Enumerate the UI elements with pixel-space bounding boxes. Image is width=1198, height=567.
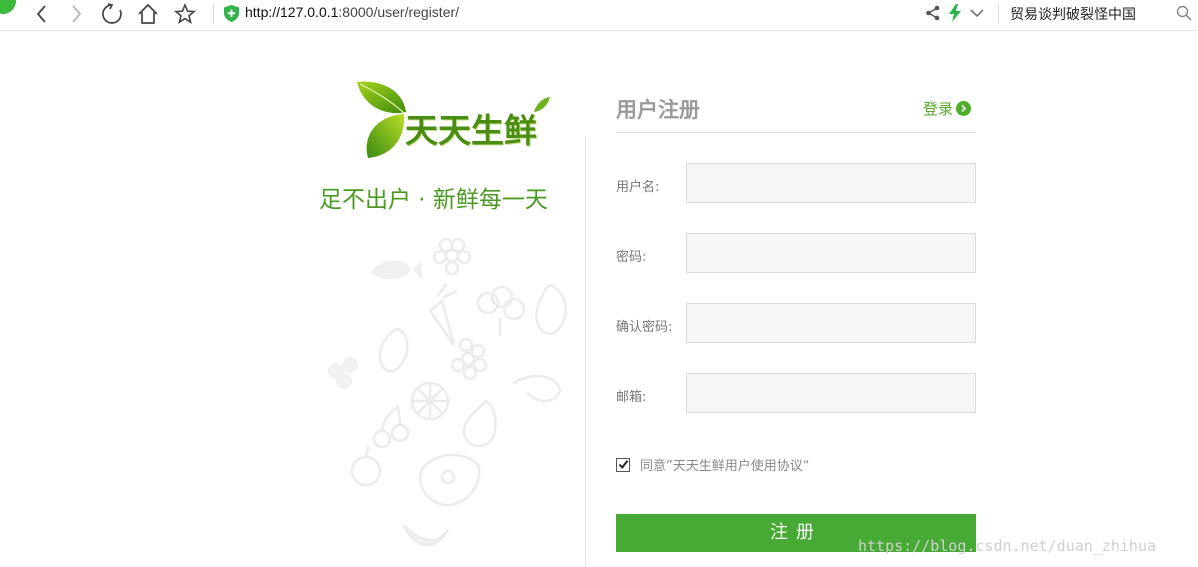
toolbar-separator (998, 4, 999, 24)
confirm-password-input[interactable] (686, 303, 976, 343)
checkmark-icon (618, 460, 628, 470)
share-icon[interactable] (924, 4, 942, 22)
star-icon (173, 2, 197, 24)
email-label: 邮箱: (616, 390, 647, 405)
bookmark-button[interactable] (173, 2, 199, 26)
panel-divider (585, 137, 586, 567)
title-divider (616, 132, 976, 133)
username-input[interactable] (686, 163, 976, 203)
bolt-icon[interactable] (948, 4, 962, 22)
slogan: 足不出户 · 新鲜每一天 (319, 187, 548, 213)
shield-icon (224, 5, 239, 22)
forward-button[interactable] (64, 2, 90, 26)
url-host: http://127.0.0.1 (245, 4, 339, 20)
username-label: 用户名: (616, 180, 660, 195)
password-input[interactable] (686, 233, 976, 273)
reload-button[interactable] (100, 2, 126, 26)
produce-doodles-illustration (328, 237, 567, 547)
reload-icon (102, 3, 122, 24)
browser-toolbar: http://127.0.0.1:8000/user/register/ 贸易谈… (0, 0, 1198, 31)
confirm-password-label: 确认密码: (616, 320, 673, 335)
arrow-right-circle-icon (956, 100, 972, 116)
address-separator (213, 4, 214, 24)
password-label: 密码: (616, 250, 647, 265)
home-button[interactable] (136, 2, 162, 26)
chevron-right-icon (72, 5, 82, 23)
login-link[interactable]: 登录 (923, 98, 972, 118)
chevron-down-icon[interactable] (969, 5, 985, 21)
agreement-checkbox[interactable] (616, 457, 630, 472)
home-icon (138, 3, 158, 24)
agreement-row: 同意”天天生鲜用户使用协议“ (616, 455, 809, 474)
browser-badge-icon (0, 0, 16, 14)
agreement-text: 同意”天天生鲜用户使用协议“ (640, 459, 810, 474)
email-input[interactable] (686, 373, 976, 413)
logo-text: 天天生鲜 (405, 111, 537, 150)
back-button[interactable] (30, 2, 56, 26)
address-bar[interactable]: http://127.0.0.1:8000/user/register/ (245, 4, 459, 20)
chevron-left-icon (36, 5, 46, 23)
search-icon[interactable] (1176, 5, 1192, 21)
login-link-label: 登录 (923, 99, 954, 118)
news-headline[interactable]: 贸易谈判破裂怪中国 (1010, 4, 1136, 24)
watermark: https://blog.csdn.net/duan_zhihua (858, 537, 1157, 555)
form-title: 用户注册 (616, 98, 700, 122)
url-path: :8000/user/register/ (338, 4, 460, 20)
